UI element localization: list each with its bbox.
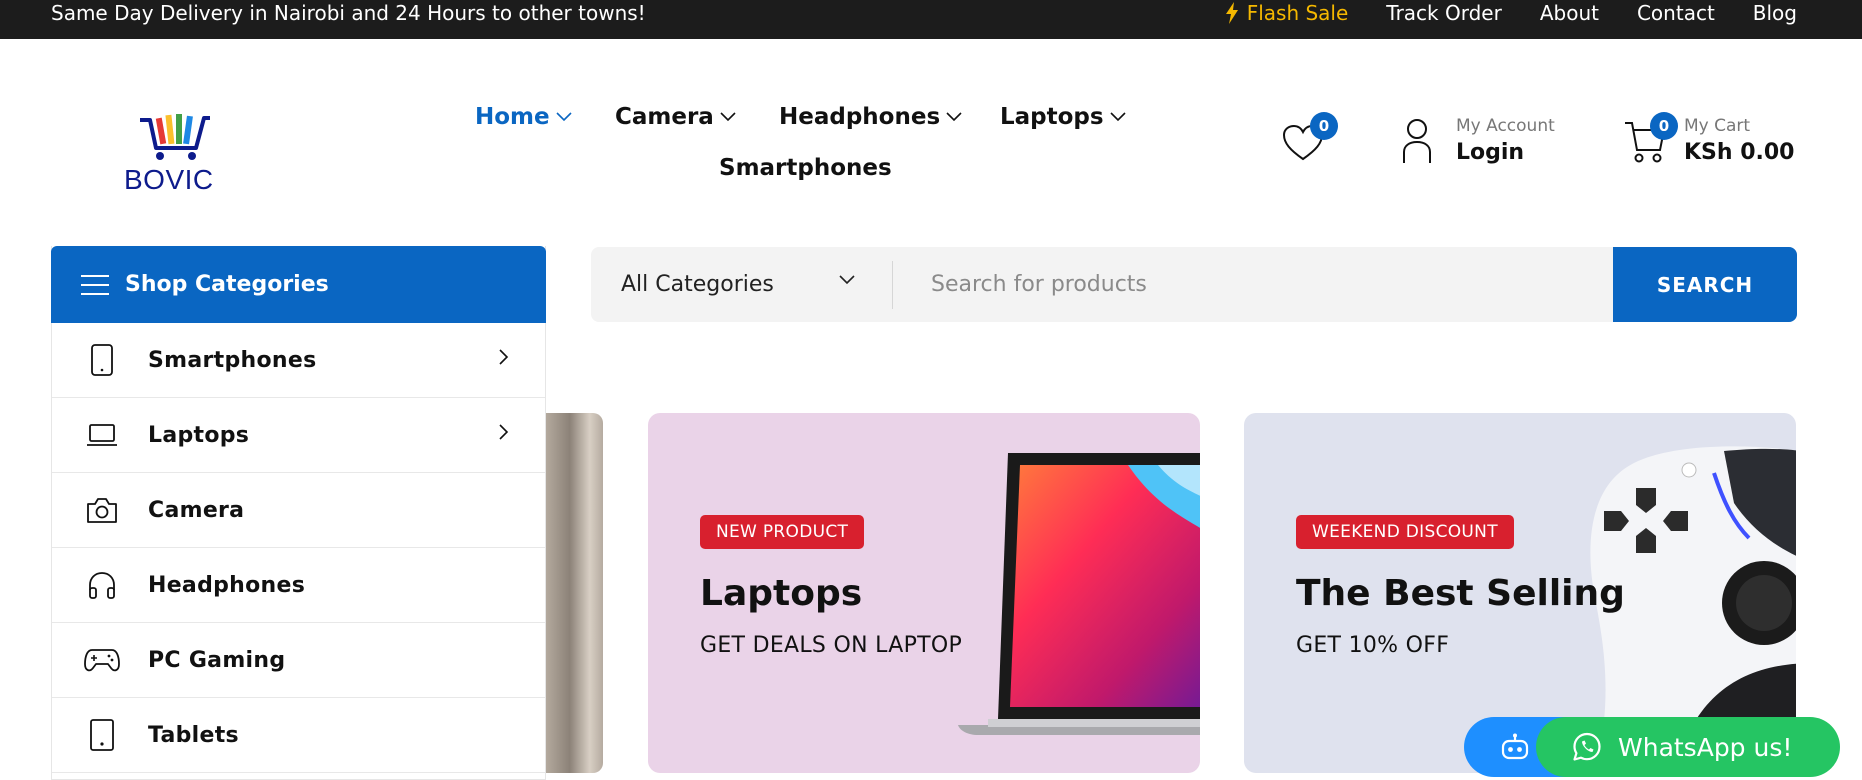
contact-link[interactable]: Contact (1637, 1, 1715, 25)
category-label: Camera (148, 497, 245, 523)
smartphone-icon (78, 344, 126, 376)
nav-smartphones-label: Smartphones (719, 155, 892, 181)
blog-link[interactable]: Blog (1753, 1, 1797, 25)
top-links: Flash Sale Track Order About Contact Blo… (1225, 0, 1797, 26)
track-order-link[interactable]: Track Order (1386, 1, 1502, 25)
banner-subtitle: GET DEALS ON LAPTOP (700, 633, 963, 658)
chevron-down-icon (556, 112, 572, 122)
logo-text: BOVIC (124, 164, 214, 195)
my-account-label: My Account (1456, 116, 1555, 136)
category-item-pc-gaming[interactable]: PC Gaming (52, 623, 545, 698)
cart-count-badge: 0 (1650, 112, 1678, 140)
category-item-tablets[interactable]: Tablets (52, 698, 545, 773)
category-select[interactable]: All Categories (621, 247, 774, 322)
lightning-icon (1225, 2, 1238, 24)
nav-camera[interactable]: Camera (615, 104, 736, 130)
nav-home-label: Home (475, 104, 550, 130)
whatsapp-label: WhatsApp us! (1618, 732, 1793, 762)
shop-categories-header[interactable]: Shop Categories (51, 246, 546, 323)
whatsapp-icon (1573, 732, 1601, 761)
nav-home[interactable]: Home (475, 104, 572, 130)
category-item-smartphones[interactable]: Smartphones (52, 323, 545, 398)
cart-total: KSh 0.00 (1684, 140, 1795, 165)
category-label: Laptops (148, 422, 250, 448)
shop-categories-panel: Shop Categories Smartphones Laptops Came… (51, 246, 546, 780)
nav-camera-label: Camera (615, 104, 714, 130)
chevron-down-icon (1110, 112, 1126, 122)
shopping-cart-logo-icon (140, 114, 210, 160)
account-button[interactable] (1402, 118, 1432, 168)
site-logo[interactable]: BOVIC (124, 110, 214, 200)
banner-tag: NEW PRODUCT (700, 515, 865, 549)
headphones-icon (78, 570, 126, 600)
shop-categories-title: Shop Categories (125, 272, 329, 297)
nav-laptops-label: Laptops (1000, 104, 1104, 130)
category-label: Headphones (148, 572, 306, 598)
nav-laptops[interactable]: Laptops (1000, 104, 1126, 130)
hamburger-menu-icon (81, 274, 109, 295)
chevron-down-icon[interactable] (839, 275, 855, 285)
banner-subtitle: GET 10% OFF (1296, 633, 1450, 658)
nav-headphones[interactable]: Headphones (779, 104, 962, 130)
category-item-headphones[interactable]: Headphones (52, 548, 545, 623)
chevron-down-icon (946, 112, 962, 122)
tablet-icon (78, 719, 126, 751)
robot-icon (1501, 733, 1529, 760)
cart-button[interactable]: 0 (1624, 112, 1678, 168)
nav-headphones-label: Headphones (779, 104, 941, 130)
search-button[interactable]: SEARCH (1613, 247, 1797, 322)
flash-sale-link[interactable]: Flash Sale (1225, 1, 1349, 25)
my-cart-label: My Cart (1684, 116, 1751, 136)
chevron-right-icon (499, 349, 509, 365)
delivery-promo-text: Same Day Delivery in Nairobi and 24 Hour… (51, 1, 646, 25)
nav-smartphones[interactable]: Smartphones (719, 155, 892, 181)
search-input[interactable] (931, 247, 1531, 322)
banner-tag: WEEKEND DISCOUNT (1296, 515, 1514, 549)
category-label: PC Gaming (148, 647, 286, 673)
search-bar: All Categories SEARCH (591, 247, 1797, 322)
banner-title: The Best Selling (1296, 573, 1625, 614)
gamepad-icon (78, 647, 126, 673)
account-text[interactable]: My Account Login (1456, 116, 1555, 165)
flash-sale-label: Flash Sale (1246, 1, 1349, 25)
whatsapp-button[interactable]: WhatsApp us! (1536, 717, 1840, 777)
wishlist-button[interactable]: 0 (1282, 112, 1338, 166)
category-item-camera[interactable]: Camera (52, 473, 545, 548)
top-bar: Same Day Delivery in Nairobi and 24 Hour… (0, 0, 1862, 39)
camera-icon (78, 496, 126, 524)
login-link[interactable]: Login (1456, 140, 1555, 165)
chevron-right-icon (499, 424, 509, 440)
category-label: Tablets (148, 722, 239, 748)
wishlist-count-badge: 0 (1310, 112, 1338, 140)
about-link[interactable]: About (1540, 1, 1599, 25)
laptop-product-image (958, 453, 1200, 735)
user-icon (1403, 119, 1431, 163)
category-label: Smartphones (148, 347, 317, 373)
search-divider (892, 261, 893, 309)
banner-title: Laptops (700, 573, 863, 614)
chevron-down-icon (720, 112, 736, 122)
category-item-laptops[interactable]: Laptops (52, 398, 545, 473)
laptop-icon (78, 423, 126, 447)
banner-laptops[interactable]: NEW PRODUCT Laptops GET DEALS ON LAPTOP (648, 413, 1200, 773)
cart-text[interactable]: My Cart KSh 0.00 (1684, 116, 1795, 165)
